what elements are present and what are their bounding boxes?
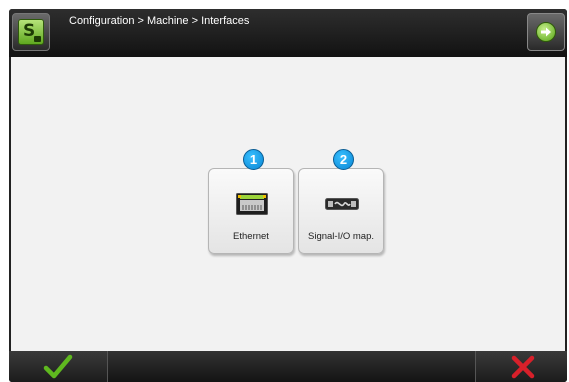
s-logo-icon: S (18, 19, 44, 45)
cancel-button[interactable] (475, 351, 567, 382)
home-button[interactable]: S (12, 13, 50, 51)
signal-io-map-label: Signal-I/O map. (308, 231, 374, 242)
signal-io-map-icon (325, 198, 359, 210)
checkmark-icon (43, 354, 73, 379)
step-badge-1: 1 (243, 149, 264, 170)
next-button[interactable] (527, 13, 565, 51)
header-bar: S Configuration > Machine > Interfaces (9, 9, 567, 57)
arrow-right-circle-icon (536, 22, 556, 42)
cross-icon (511, 355, 535, 379)
signal-io-map-button[interactable]: Signal-I/O map. (298, 168, 384, 254)
app-window: S Configuration > Machine > Interfaces E… (9, 9, 567, 382)
ethernet-button[interactable]: Ethernet (208, 168, 294, 254)
confirm-button[interactable] (9, 351, 108, 382)
ethernet-port-icon (236, 193, 268, 215)
breadcrumb: Configuration > Machine > Interfaces (69, 15, 250, 27)
footer-bar (9, 351, 567, 382)
step-badge-2: 2 (333, 149, 354, 170)
content-area: Ethernet 1 Signal-I/O map. 2 (9, 57, 567, 351)
ethernet-label: Ethernet (233, 231, 269, 242)
